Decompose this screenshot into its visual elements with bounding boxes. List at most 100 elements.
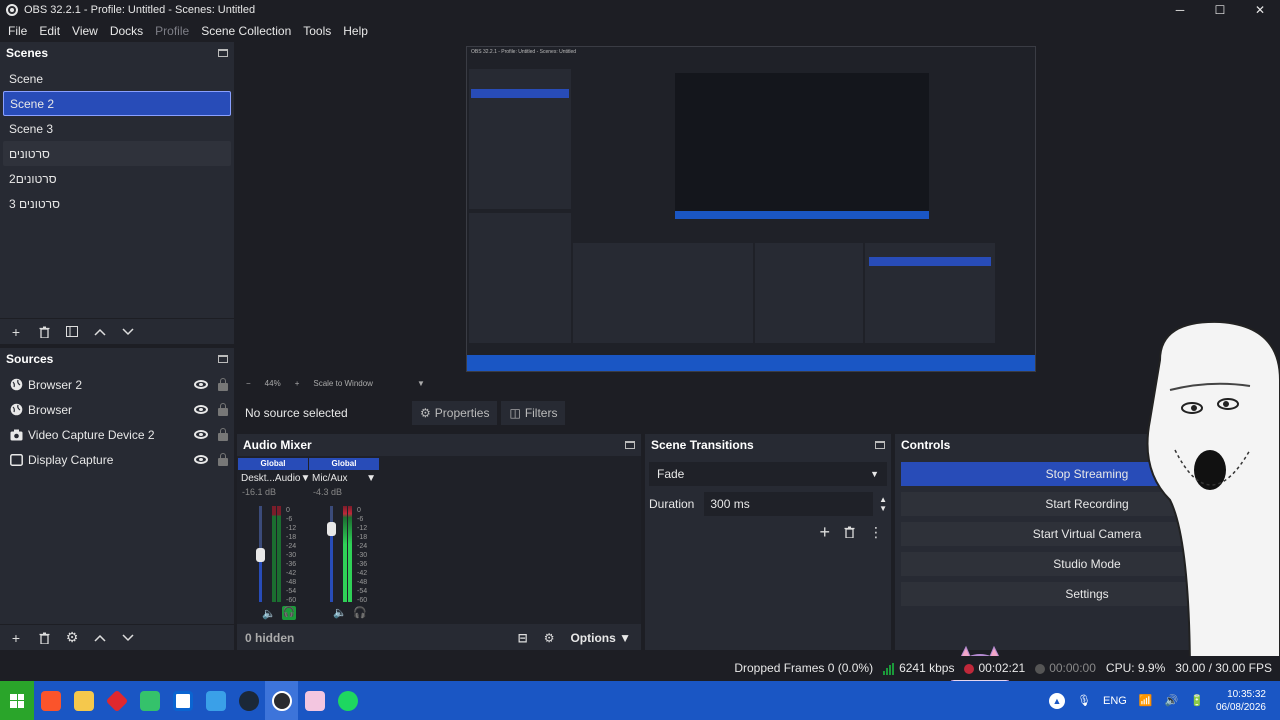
brave-browser-icon[interactable] — [34, 681, 67, 720]
gear-icon[interactable]: ⚙ — [544, 631, 555, 645]
add-icon[interactable]: + — [4, 627, 28, 649]
start-button[interactable] — [0, 681, 34, 720]
language-indicator[interactable]: ENG — [1103, 695, 1127, 707]
options-label: Options — [570, 631, 616, 645]
microsoft-store-icon[interactable] — [166, 681, 199, 720]
scene-item[interactable]: Scene — [3, 66, 231, 91]
gear-icon[interactable]: ⚙ — [60, 627, 84, 649]
scene-item[interactable]: סרטונים — [3, 141, 231, 166]
source-item[interactable]: Browser 2 — [0, 372, 234, 397]
filter-icon[interactable] — [60, 321, 84, 343]
source-item[interactable]: Video Capture Device 2 — [0, 422, 234, 447]
filters-button[interactable]: ◫ Filters — [501, 401, 566, 425]
eye-icon[interactable] — [194, 380, 208, 389]
speaker-icon[interactable]: 🔈 — [333, 606, 347, 619]
layout-icon[interactable]: ⊟ — [518, 631, 528, 645]
db-scale: 0 -6 -12 -18 -24 -30 -36 -42 -48 -54 -60 — [357, 506, 367, 605]
menu-help[interactable]: Help — [337, 24, 374, 38]
volume-icon[interactable]: 🔊 — [1165, 694, 1179, 707]
wifi-icon[interactable]: 📶 — [1139, 694, 1153, 707]
headphones-icon[interactable]: 🎧 — [282, 606, 296, 620]
undock-icon[interactable] — [875, 441, 885, 449]
move-up-icon[interactable] — [88, 321, 112, 343]
controls-header: Controls — [895, 434, 1280, 456]
source-item[interactable]: Display Capture — [0, 447, 234, 472]
lock-icon[interactable] — [218, 427, 228, 441]
transition-select[interactable]: Fade ▼ — [649, 462, 887, 486]
eye-icon[interactable] — [194, 430, 208, 439]
chevron-down-icon[interactable]: ▼ — [417, 379, 425, 388]
menu-view[interactable]: View — [66, 24, 104, 38]
start-recording-button[interactable]: Start Recording — [901, 492, 1273, 516]
source-item[interactable]: Browser — [0, 397, 234, 422]
taskbar-app-pink-icon[interactable] — [298, 681, 331, 720]
lock-icon[interactable] — [218, 377, 228, 391]
preview-canvas[interactable]: OBS 32.2.1 - Profile: Untitled - Scenes:… — [466, 46, 1036, 372]
eye-icon[interactable] — [194, 405, 208, 414]
move-up-icon[interactable] — [88, 627, 112, 649]
menu-edit[interactable]: Edit — [33, 24, 66, 38]
volume-slider-knob[interactable] — [256, 548, 265, 562]
menu-tools[interactable]: Tools — [297, 24, 337, 38]
chevron-up-icon[interactable]: ▲ — [1049, 692, 1066, 709]
undock-icon[interactable] — [218, 49, 228, 57]
undock-icon[interactable] — [218, 355, 228, 363]
lock-icon[interactable] — [218, 402, 228, 416]
trash-icon[interactable] — [844, 525, 855, 541]
eye-icon[interactable] — [194, 455, 208, 464]
menu-scene-collection[interactable]: Scene Collection — [195, 24, 297, 38]
hidden-count[interactable]: 0 hidden — [245, 631, 294, 645]
headphones-off-icon[interactable]: 🎧 — [353, 606, 367, 619]
close-button[interactable]: ✕ — [1240, 0, 1280, 20]
start-virtual-camera-button[interactable]: Start Virtual Camera — [901, 522, 1273, 546]
scene-item[interactable]: סרטונים 3 — [3, 191, 231, 216]
properties-button[interactable]: ⚙ Properties — [412, 401, 498, 425]
menu-profile[interactable]: Profile — [149, 24, 195, 38]
move-down-icon[interactable] — [116, 321, 140, 343]
zoom-in-icon[interactable]: + — [295, 379, 300, 388]
speaker-icon[interactable]: 🔈 — [262, 607, 276, 620]
file-explorer-icon[interactable] — [67, 681, 100, 720]
menu-docks[interactable]: Docks — [104, 24, 149, 38]
level-meter — [348, 506, 352, 602]
taskbar-app-red-icon[interactable] — [100, 681, 133, 720]
settings-button[interactable]: Settings — [901, 582, 1273, 606]
spotify-icon[interactable] — [331, 681, 364, 720]
clock[interactable]: 10:35:32 06/08/2026 — [1216, 688, 1266, 714]
menu-file[interactable]: File — [2, 24, 33, 38]
scene-item-selected[interactable]: Scene 2 — [3, 91, 231, 116]
studio-mode-button[interactable]: Studio Mode — [901, 552, 1273, 576]
options-button[interactable]: Options ▼ — [570, 631, 631, 645]
channel-name[interactable]: Deskt...Audio ▼ — [238, 470, 310, 484]
obs-taskbar-icon[interactable] — [265, 681, 298, 720]
obs-logo-icon — [6, 4, 18, 16]
spinner-icon[interactable]: ▲ ▼ — [879, 495, 887, 513]
zoom-out-icon[interactable]: − — [246, 379, 251, 388]
move-down-icon[interactable] — [116, 627, 140, 649]
add-icon[interactable]: + — [819, 522, 830, 543]
duration-field[interactable]: 300 ms — [704, 492, 874, 516]
scene-item[interactable]: Scene 3 — [3, 116, 231, 141]
scene-item[interactable]: סרטונים2 — [3, 166, 231, 191]
stop-streaming-button[interactable]: Stop Streaming — [901, 462, 1273, 486]
minimize-button[interactable]: ─ — [1160, 0, 1200, 20]
maximize-button[interactable]: ☐ — [1200, 0, 1240, 20]
add-icon[interactable]: + — [4, 321, 28, 343]
lock-icon[interactable] — [218, 452, 228, 466]
more-icon[interactable]: ⋮ — [869, 524, 883, 541]
mixer-channel-mic: Global Mic/Aux ▼ -4.3 dB 0 -6 -12 -18 -2… — [309, 458, 379, 622]
trash-icon[interactable] — [32, 627, 56, 649]
trash-icon[interactable] — [32, 321, 56, 343]
scale-mode[interactable]: Scale to Window — [313, 379, 373, 388]
photos-icon[interactable] — [199, 681, 232, 720]
steam-icon[interactable] — [232, 681, 265, 720]
microphone-icon[interactable]: 🎙 — [1077, 694, 1091, 707]
db-tick: -18 — [357, 534, 368, 541]
taskbar-app-green-icon[interactable] — [133, 681, 166, 720]
battery-icon[interactable]: 🔋 — [1190, 694, 1204, 707]
channel-name[interactable]: Mic/Aux ▼ — [309, 470, 379, 484]
undock-icon[interactable] — [625, 441, 635, 449]
chevron-down-icon[interactable]: ▼ — [366, 473, 376, 484]
volume-slider-knob[interactable] — [327, 522, 336, 536]
preview-area[interactable]: OBS 32.2.1 - Profile: Untitled - Scenes:… — [240, 42, 1280, 374]
